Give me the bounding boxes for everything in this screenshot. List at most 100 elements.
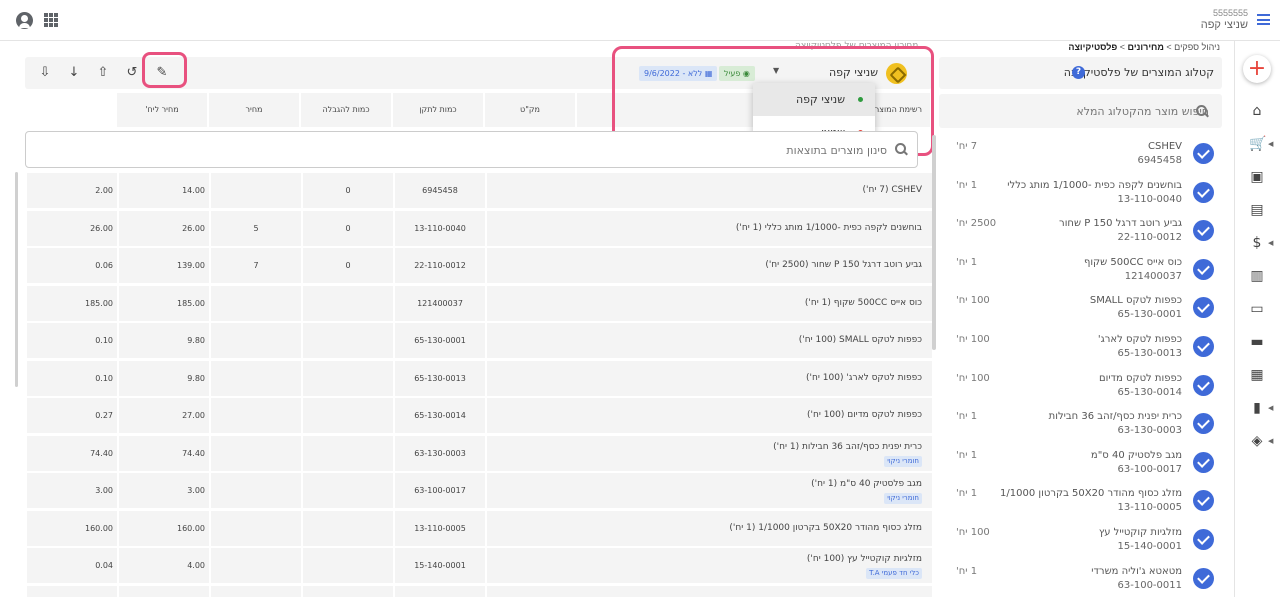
apps-grid-icon[interactable] <box>44 13 58 27</box>
cell-sku[interactable]: 121400037 <box>395 285 485 321</box>
cell-limit-qty[interactable] <box>211 285 301 321</box>
cell-description[interactable]: מזלג כסוף מהודר 50X20 בקרטון 1/1000 (1 י… <box>487 510 932 546</box>
catalog-item[interactable]: בוחשנים לקפה כפית -1/1000 מותג כללי 13-11… <box>939 174 1222 213</box>
table-row[interactable]: 0.06 139.00 7 0 22-110-0012 גביע רוטב דרגל P … <box>25 247 932 285</box>
inventory-icon[interactable]: ▣ <box>1249 169 1265 185</box>
cell-limit-qty[interactable] <box>211 473 301 508</box>
cell-limit-qty[interactable] <box>211 398 301 433</box>
table-row[interactable]: 0.10 9.80 65-130-0001 כפפות לטקס SMALL (100… <box>25 322 932 360</box>
cell-description[interactable]: גביע רוטב דרגל P 150 שחור (2500 יח') <box>487 248 932 283</box>
cell-unit-price[interactable]: 3.00 <box>27 473 117 508</box>
cell-price[interactable]: 9.80 <box>119 360 209 396</box>
dollar-icon[interactable]: $ <box>1249 235 1265 251</box>
table-row[interactable]: 63-100-0011מטאטא ג'וליה משרדי (1 יח') <box>25 585 932 597</box>
cell-unit-price[interactable]: 0.04 <box>27 548 117 583</box>
check-circle-icon[interactable] <box>1193 258 1214 280</box>
cell-limit-qty[interactable] <box>211 360 301 396</box>
search-icon[interactable] <box>1196 105 1208 117</box>
table-row[interactable]: 74.40 74.40 63-130-0003 כרית יפנית כסף/זהב … <box>25 435 932 473</box>
cell-base-qty[interactable]: 0 <box>303 248 393 283</box>
cell-sku[interactable]: 13-110-0005 <box>395 510 485 546</box>
check-circle-icon[interactable] <box>1193 181 1214 203</box>
import-icon[interactable]: ⇩ <box>36 64 54 82</box>
catalog-scrollbar[interactable] <box>932 135 936 350</box>
check-circle-icon[interactable] <box>1193 528 1214 550</box>
cell-limit-qty[interactable] <box>211 173 301 208</box>
breadcrumb-mid[interactable]: מחירונים <box>1128 42 1164 52</box>
cell-description[interactable]: כפפות לטקס מדיום (100 יח') <box>487 398 932 433</box>
bar-chart-icon[interactable]: ▮ <box>1249 400 1265 416</box>
catalog-item[interactable]: כפפות לטקס לארג' 65-130-0013 100 יח' <box>939 328 1222 367</box>
cell-base-qty[interactable] <box>303 585 393 597</box>
cash-register-icon[interactable]: ▥ <box>1249 268 1265 284</box>
cell-unit-price[interactable] <box>27 585 117 597</box>
catalog-item[interactable]: מגב פלסטיק 40 ס"מ 63-100-0017 1 יח' <box>939 444 1222 483</box>
cell-description[interactable]: כפפות לטקס SMALL (100 יח') <box>487 323 932 358</box>
cell-limit-qty[interactable] <box>211 323 301 358</box>
cell-limit-qty[interactable] <box>211 585 301 597</box>
th-sku[interactable]: מק"ט <box>485 93 577 127</box>
cell-description[interactable]: כרית יפנית כסף/זהב 36 חבילות (1 יח') חומר… <box>487 435 932 471</box>
check-circle-icon[interactable] <box>1193 567 1214 589</box>
cell-unit-price[interactable]: 0.10 <box>27 323 117 358</box>
cell-price[interactable]: 74.40 <box>119 435 209 471</box>
cell-limit-qty[interactable] <box>211 548 301 583</box>
cell-sku[interactable]: 63-130-0003 <box>395 435 485 471</box>
catalog-item[interactable]: גביע רוטב דרגל P 150 שחור 22-110-0012 2500… <box>939 212 1222 251</box>
cell-sku[interactable]: 15-140-0001 <box>395 548 485 583</box>
cell-price[interactable]: 14.00 <box>119 173 209 208</box>
table-scrollbar[interactable] <box>15 172 18 387</box>
cell-description[interactable]: CSHEV (7 יח') <box>487 173 932 208</box>
table-row[interactable]: 185.00 185.00 121400037 כוס אייס 500CC שקוף… <box>25 285 932 323</box>
check-circle-icon[interactable] <box>1193 413 1214 435</box>
cell-unit-price[interactable]: 160.00 <box>27 510 117 546</box>
account-circle-icon[interactable] <box>16 12 33 29</box>
clipboard-icon[interactable]: ▤ <box>1249 202 1265 218</box>
check-circle-icon[interactable] <box>1193 490 1214 512</box>
cell-base-qty[interactable] <box>303 360 393 396</box>
history-icon[interactable]: ↺ <box>123 64 141 82</box>
catalog-item[interactable]: כפפות לטקס SMALL 65-130-0001 100 יח' <box>939 289 1222 328</box>
cell-sku[interactable]: 63-100-0017 <box>395 473 485 508</box>
table-row[interactable]: 3.00 3.00 63-100-0017 מגב פלסטיק 40 ס"מ (1 … <box>25 472 932 510</box>
cell-base-qty[interactable]: 0 <box>303 210 393 246</box>
cell-unit-price[interactable]: 0.06 <box>27 248 117 283</box>
cell-sku[interactable]: 65-130-0013 <box>395 360 485 396</box>
cell-limit-qty[interactable]: 5 <box>211 210 301 246</box>
cell-description[interactable]: כוס אייס 500CC שקוף (1 יח') <box>487 285 932 321</box>
cell-unit-price[interactable]: 0.10 <box>27 360 117 396</box>
table-row[interactable]: 160.00 160.00 13-110-0005 מזלג כסוף מהודר 5… <box>25 510 932 548</box>
catalog-item[interactable]: מזלג כסוף מהודר 50X20 בקרטון 1/1000 13-11… <box>939 482 1222 521</box>
catalog-item[interactable]: כפפות לטקס מדיום 65-130-0014 100 יח' <box>939 367 1222 406</box>
catalog-item[interactable]: כרית יפנית כסף/זהב 36 חבילות 63-130-0003 1… <box>939 405 1222 444</box>
cell-price[interactable]: 26.00 <box>119 210 209 246</box>
th-limit-qty[interactable]: כמות להגבלה <box>301 93 393 127</box>
cell-sku[interactable]: 65-130-0014 <box>395 398 485 433</box>
cell-limit-qty[interactable] <box>211 510 301 546</box>
check-circle-icon[interactable] <box>1193 220 1214 242</box>
cell-base-qty[interactable] <box>303 323 393 358</box>
cell-base-qty[interactable] <box>303 548 393 583</box>
hamburger-menu-icon[interactable] <box>1257 14 1270 25</box>
check-circle-icon[interactable] <box>1193 451 1214 473</box>
cell-description[interactable]: מגב פלסטיק 40 ס"מ (1 יח') חומרי ניקוי <box>487 473 932 508</box>
check-circle-icon[interactable] <box>1193 374 1214 396</box>
table-row[interactable]: 0.27 27.00 65-130-0014 כפפות לטקס מדיום (10… <box>25 397 932 435</box>
cell-base-qty[interactable] <box>303 285 393 321</box>
add-icon[interactable]: + <box>1243 55 1271 83</box>
breadcrumb-root[interactable]: ניהול ספקים <box>1174 42 1220 52</box>
cell-price[interactable]: 9.80 <box>119 323 209 358</box>
catalog-item[interactable]: מטאטא ג'וליה משרדי 63-100-0011 1 יח' <box>939 560 1222 597</box>
chevron-left-icon[interactable]: ◀ <box>1268 141 1274 148</box>
table-row[interactable]: 0.04 4.00 15-140-0001 מזלגיות קוקטייל עץ (1… <box>25 547 932 585</box>
th-unit-price[interactable]: מחיר ליח' <box>117 93 209 127</box>
widgets-icon[interactable]: ◈ <box>1249 433 1265 449</box>
catalog-item[interactable]: מזלגיות קוקטייל עץ 15-140-0001 100 יח' <box>939 521 1222 560</box>
table-row[interactable]: 2.00 14.00 0 6945458 CSHEV (7 יח') <box>25 172 932 210</box>
cell-sku[interactable]: 63-100-0011 <box>395 585 485 597</box>
cell-price[interactable]: 160.00 <box>119 510 209 546</box>
cart-icon[interactable]: 🛒 <box>1249 136 1266 152</box>
cell-base-qty[interactable] <box>303 510 393 546</box>
check-circle-icon[interactable] <box>1193 335 1214 357</box>
credit-card-icon[interactable]: ▭ <box>1249 301 1265 317</box>
